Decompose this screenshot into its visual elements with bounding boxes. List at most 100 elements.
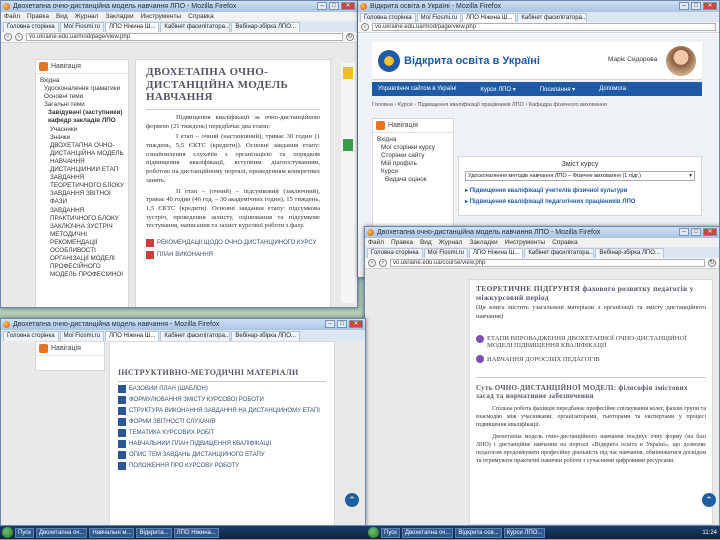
nav-item[interactable]: ОСОБЛИВОСТІ ОРГАНІЗАЦІЇ МОДЕЛІ ПРОФЕСІЙН… (40, 247, 124, 271)
nav-item[interactable]: МЕТОДИЧНІ РЕКОМЕНДАЦІЇ (40, 231, 124, 247)
course-link[interactable]: ▸ Підвищення кваліфікації учителів фізич… (465, 187, 695, 194)
close-button[interactable]: ✕ (341, 2, 355, 10)
tab-home[interactable]: Головна сторінка (3, 22, 59, 32)
address-bar[interactable]: vo.ukraine.edu.ua/course/view.php (390, 259, 705, 267)
forward-icon[interactable]: › (379, 259, 387, 267)
resource-link[interactable]: ЕТАПИ ВПРОВАДЖЕННЯ ДВОХЕТАПНОЇ ОЧНО-ДИСТ… (476, 335, 706, 349)
tab-fiosmi[interactable]: Мої Fiosmi.ru (59, 22, 104, 32)
nav-item[interactable]: Видача оцінок (377, 176, 449, 184)
nav-item[interactable]: Курси (377, 168, 449, 176)
menu-history[interactable]: Журнал (75, 12, 99, 21)
tab-home[interactable]: Головна сторінка (360, 13, 416, 22)
resource-link[interactable]: НАВЧАННЯ ДОРОСЛИХ ПЕДАГОГІВ (476, 355, 706, 364)
resource-link[interactable]: ФОРМУЛЮВАННЯ ЗМІСТУ КУРСОВОЇ РОБОТИ (118, 396, 326, 405)
close-button[interactable]: ✕ (703, 228, 717, 236)
reload-icon[interactable]: ↻ (346, 33, 354, 41)
tab-lpo[interactable]: ЛПО Ніжина Ш... (104, 331, 160, 341)
resource-link[interactable]: РЕКОМЕНДАЦІЇ ЩОДО ОЧНО-ДИСТАНЦІЙНОГО КУР… (146, 239, 320, 248)
close-button[interactable]: ✕ (703, 2, 717, 10)
tab-home[interactable]: Головна сторінка (3, 331, 59, 341)
scroll-to-top-button[interactable]: ⌃ (702, 493, 716, 507)
nav-item[interactable]: Загальні теми (40, 101, 124, 109)
tab-facilitator[interactable]: Кабінет фасилітатора... (160, 331, 231, 341)
nav-item[interactable]: ДИСТАНЦІЙНИЙ ЕТАП (40, 166, 124, 174)
avatar[interactable] (666, 46, 696, 76)
nav-item[interactable]: ДВОХЕТАПНА ОЧНО-ДИСТАНЦІЙНА МОДЕЛЬ НАВЧА… (40, 142, 124, 166)
title-bar[interactable]: Двохетапна очно-дистанційна модель навча… (1, 319, 365, 330)
menu-item-admin[interactable]: Управління сайтом в Україні (378, 86, 456, 92)
maximize-button[interactable]: □ (691, 228, 701, 236)
resource-link[interactable]: СТРУКТУРА ВИКОНАННЯ ЗАВДАННЯ НА ДИСТАНЦІ… (118, 407, 326, 416)
course-link[interactable]: ▸ Підвищення кваліфікації педагогічних п… (465, 198, 695, 205)
menu-history[interactable]: Журнал (439, 238, 463, 247)
taskbar-item[interactable]: Навчальні м... (89, 527, 135, 538)
resource-link[interactable]: БАЗОВИЙ ПЛАН (ШАБЛОН) (118, 385, 326, 394)
menu-view[interactable]: Вид (56, 12, 68, 21)
address-bar[interactable]: vo.ukraine.edu.ua/mod/page/view.php (372, 23, 716, 31)
resource-link[interactable]: ФОРМИ ЗВІТНОСТІ СЛУХАЧІВ (118, 418, 326, 427)
maximize-button[interactable]: □ (329, 2, 339, 10)
taskbar-item[interactable]: Курси ЛПО... (503, 527, 546, 538)
address-bar[interactable]: vo.ukraine.edu.ua/mod/page/view.php (26, 33, 343, 41)
reload-icon[interactable]: ↻ (708, 259, 716, 267)
close-button[interactable]: ✕ (349, 320, 363, 328)
nav-item[interactable]: Вхідна (377, 136, 449, 144)
title-bar[interactable]: Двохетапна очно-дистанційна модель навча… (365, 227, 719, 238)
nav-item[interactable]: МОДЕЛЬ ПРОФЕСІЙНОЇ (40, 271, 124, 279)
menu-edit[interactable]: Правка (391, 238, 413, 247)
breadcrumb[interactable]: Головна › Курси › Підвищення кваліфікаці… (372, 102, 702, 108)
nav-item[interactable]: Учасники (40, 126, 124, 134)
maximize-button[interactable]: □ (691, 2, 701, 10)
minimize-button[interactable]: – (317, 2, 327, 10)
clock[interactable]: 11:24 (702, 530, 720, 536)
nav-item[interactable]: Завідувачі (заступники) кафедр закладів … (40, 109, 124, 125)
menu-help[interactable]: Справка (552, 238, 578, 247)
menu-bookmarks[interactable]: Закладки (469, 238, 497, 247)
menu-edit[interactable]: Правка (27, 12, 49, 21)
resource-link[interactable]: ОПИС ТЕМ ЗАВДАНЬ ДИСТАНЦІЙНОГО ЕТАПУ (118, 451, 326, 460)
maximize-button[interactable]: □ (337, 320, 347, 328)
back-icon[interactable]: ‹ (361, 23, 369, 31)
taskbar-item[interactable]: Двохетапна оч... (35, 527, 88, 538)
taskbar-item[interactable]: Відкрита... (136, 527, 172, 538)
resource-link[interactable]: ПОЛОЖЕННЯ ПРО КУРСОВУ РОБОТУ (118, 462, 326, 471)
start-button[interactable] (368, 527, 379, 538)
menu-tools[interactable]: Инструменты (141, 12, 182, 21)
menu-item-links[interactable]: Посилання ▾ (540, 86, 575, 93)
title-bar[interactable]: Відкрита освіта в Україні - Mozilla Fire… (358, 1, 719, 12)
tab-webinar[interactable]: Вебінар-збірка ЛПО... (231, 331, 300, 341)
nav-item[interactable]: Значки (40, 134, 124, 142)
nav-item[interactable]: ЗАВДАННЯ ТЕОРЕТИЧНОГО БЛОКУ (40, 174, 124, 190)
taskbar-item[interactable]: Пуск (381, 527, 400, 538)
menu-help[interactable]: Справка (188, 12, 214, 21)
scroll-to-top-button[interactable]: ⌃ (345, 493, 359, 507)
tab-webinar[interactable]: Вебінар-збірка ЛПО... (595, 248, 664, 258)
nav-item[interactable]: ЗАКЛЮЧНА ЗУСТРІЧ (40, 223, 124, 231)
nav-item[interactable]: Удосконалення граматики (40, 85, 124, 93)
nav-item[interactable]: Основні теми (40, 93, 124, 101)
tab-lpo[interactable]: ЛПО Ніжина Ш... (468, 248, 524, 258)
tab-facilitator[interactable]: Кабінет фасилітатора... (160, 22, 231, 32)
tab-webinar[interactable]: Вебінар-збірка ЛПО... (231, 22, 300, 32)
menu-bookmarks[interactable]: Закладки (105, 12, 133, 21)
nav-item[interactable]: Сторінки сайту (377, 152, 449, 160)
menu-tools[interactable]: Инструменты (505, 238, 546, 247)
menu-item-courses[interactable]: Курси ЛПО ▾ (480, 86, 515, 93)
menu-file[interactable]: Файл (4, 12, 20, 21)
bookmark-icon[interactable] (343, 139, 353, 151)
nav-item[interactable]: Вхідна (40, 77, 124, 85)
taskbar-item[interactable]: Відкрита осв... (455, 527, 502, 538)
tab-facilitator[interactable]: Кабінет фасилітатора... (524, 248, 595, 258)
back-icon[interactable]: ‹ (4, 33, 12, 41)
tab-home[interactable]: Головна сторінка (367, 248, 423, 258)
bookmark-icon[interactable] (343, 67, 353, 79)
course-dropdown[interactable]: Удосконалення методів навчання ЛПО – Фіз… (465, 171, 695, 181)
tab-fiosmi[interactable]: Мої Fiosmi.ru (59, 331, 104, 341)
minimize-button[interactable]: – (679, 2, 689, 10)
nav-item[interactable]: Мій профіль (377, 160, 449, 168)
resource-link[interactable]: ПЛАН ВИКОНАННЯ (146, 251, 320, 260)
title-bar[interactable]: Двохетапна очно-дистанційна модель навча… (1, 1, 357, 12)
back-icon[interactable]: ‹ (368, 259, 376, 267)
taskbar-item[interactable]: Двохетапна оч... (401, 527, 454, 538)
menu-view[interactable]: Вид (420, 238, 432, 247)
